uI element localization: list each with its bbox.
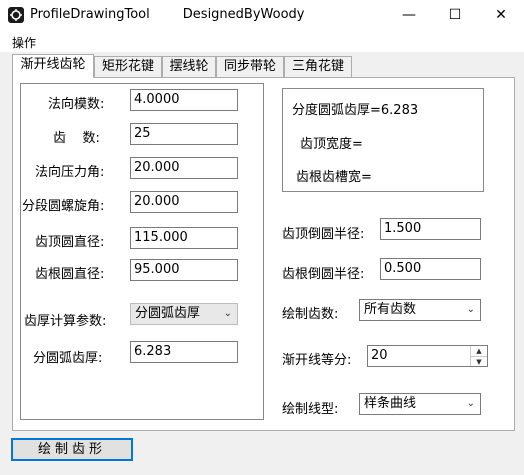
normal-pressure-angle-input[interactable]: 20.000 <box>130 157 238 179</box>
info-tip-width: 齿顶宽度= <box>300 137 363 152</box>
tip-diameter-label: 齿顶圆直径: <box>35 235 105 250</box>
menu-operate[interactable]: 操作 <box>12 34 36 51</box>
draw-teeth-select[interactable]: 所有齿数 ⌄ <box>359 299 481 321</box>
root-fillet-input[interactable]: 0.500 <box>380 258 481 280</box>
chevron-down-icon: ⌄ <box>466 304 475 315</box>
normal-module-label: 法向模数: <box>48 97 105 112</box>
thickness-param-value: 分圆弧齿厚 <box>135 306 201 321</box>
spin-down-icon[interactable]: ▼ <box>471 357 487 367</box>
normal-pressure-angle-label: 法向压力角: <box>35 165 105 180</box>
minimize-button[interactable]: — <box>386 0 432 30</box>
involute-div-spinner[interactable]: 20 ▲ ▼ <box>367 345 488 367</box>
close-button[interactable]: ✕ <box>478 0 524 30</box>
chevron-down-icon: ⌄ <box>223 308 232 319</box>
tab-rectangular-spline[interactable]: 矩形花键 <box>94 56 162 77</box>
involute-div-label: 渐开线等分: <box>282 353 352 368</box>
pitch-helix-angle-label: 分段圆螺旋角: <box>22 199 105 214</box>
draw-teeth-label: 绘制齿数: <box>282 307 339 322</box>
involute-div-value: 20 <box>371 348 388 363</box>
root-diameter-label: 齿根圆直径: <box>35 267 105 282</box>
tip-fillet-input[interactable]: 1.500 <box>380 218 481 240</box>
line-type-label: 绘制线型: <box>282 402 339 417</box>
window-title: ProfileDrawingTool DesignedByWoody <box>30 7 305 22</box>
tab-involute-gear[interactable]: 渐开线齿轮 <box>12 54 94 78</box>
line-type-value: 样条曲线 <box>364 396 417 411</box>
thickness-param-select[interactable]: 分圆弧齿厚 ⌄ <box>130 303 238 325</box>
spin-up-icon[interactable]: ▲ <box>471 346 487 357</box>
tab-timing-pulley[interactable]: 同步带轮 <box>216 56 284 77</box>
teeth-count-input[interactable]: 25 <box>130 123 238 145</box>
spinner-buttons[interactable]: ▲ ▼ <box>470 346 487 366</box>
tip-diameter-input[interactable]: 115.000 <box>130 227 238 249</box>
tab-cycloid-wheel[interactable]: 摆线轮 <box>162 56 216 77</box>
teeth-count-label: 齿 数: <box>53 131 100 146</box>
arc-thickness-label: 分圆弧齿厚: <box>33 351 103 366</box>
draw-teeth-value: 所有齿数 <box>364 302 417 317</box>
maximize-button[interactable]: ☐ <box>432 0 478 30</box>
info-root-slot-width: 齿根齿槽宽= <box>296 170 372 185</box>
tip-fillet-label: 齿顶倒圆半径: <box>282 227 365 242</box>
arc-thickness-input[interactable]: 6.283 <box>130 341 238 363</box>
info-arc-thickness: 分度圆弧齿厚=6.283 <box>292 103 419 118</box>
draw-profile-button[interactable]: 绘制齿形 <box>11 438 133 461</box>
pitch-helix-angle-input[interactable]: 20.000 <box>130 191 238 213</box>
app-icon <box>8 7 24 23</box>
root-diameter-input[interactable]: 95.000 <box>130 259 238 281</box>
thickness-param-label: 齿厚计算参数: <box>24 314 107 329</box>
root-fillet-label: 齿根倒圆半径: <box>282 267 365 282</box>
line-type-select[interactable]: 样条曲线 ⌄ <box>359 393 481 415</box>
menu-bar <box>0 30 524 52</box>
tab-triangular-spline[interactable]: 三角花键 <box>284 56 352 77</box>
normal-module-input[interactable]: 4.0000 <box>130 89 238 111</box>
chevron-down-icon: ⌄ <box>466 398 475 409</box>
